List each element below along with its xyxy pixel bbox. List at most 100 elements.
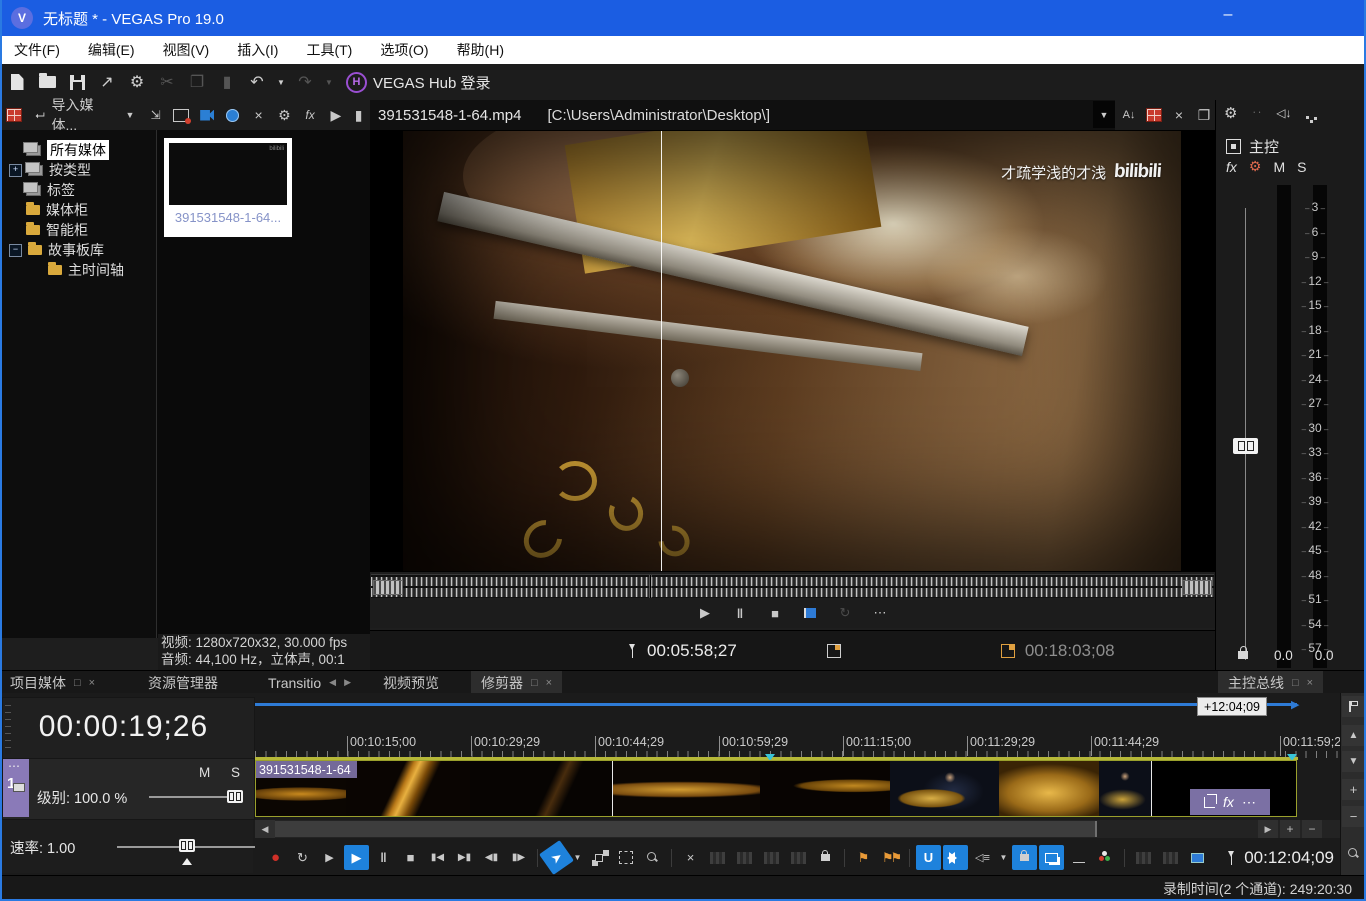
waveform-cursor[interactable] <box>650 575 651 599</box>
tree-item-media-bins[interactable]: 媒体柜 <box>0 200 156 220</box>
close-file-button[interactable]: × <box>1168 103 1190 127</box>
rate-handle[interactable] <box>179 839 195 852</box>
media-properties-button[interactable]: ⚙ <box>273 103 296 127</box>
sort-button[interactable]: A↓ <box>1118 103 1140 127</box>
lock-envelopes-button[interactable] <box>813 845 838 870</box>
tab-trimmer[interactable]: 修剪器 □ × <box>471 671 563 694</box>
screen-capture-icon[interactable] <box>170 103 193 127</box>
marker-bar-line[interactable] <box>255 703 1297 706</box>
timeline-ruler[interactable]: 00:10:15;00 00:10:29;29 00:10:44;29 00:1… <box>255 733 1340 758</box>
cascade-windows-icon[interactable]: ❐ <box>1193 103 1215 127</box>
timeline-cursor-timecode[interactable]: 00:12:04;09 <box>1244 848 1334 868</box>
undo-dropdown[interactable]: ▼ <box>274 69 288 95</box>
tab-close-icon[interactable]: × <box>546 677 552 689</box>
bus-solo-button[interactable]: S <box>1297 159 1306 175</box>
tab-transitions[interactable]: Transitio ◀ ▶ <box>258 671 361 694</box>
envelope-tool-button[interactable] <box>586 845 611 870</box>
bus-fx-button[interactable]: fx <box>1226 159 1237 175</box>
transport-more-button[interactable]: ⋯ <box>868 601 893 626</box>
collapse-icon[interactable]: − <box>9 243 22 257</box>
expand-icon[interactable]: + <box>9 163 22 177</box>
master-fader-handle[interactable] <box>1233 438 1258 454</box>
zoom-edit-tool-button[interactable] <box>1342 843 1365 864</box>
fade-type-button[interactable] <box>759 845 784 870</box>
menu-help[interactable]: 帮助(H) <box>443 36 518 64</box>
fade-type-button[interactable] <box>786 845 811 870</box>
project-media-icon[interactable] <box>3 103 26 127</box>
clear-selection-button[interactable]: × <box>678 845 703 870</box>
envelope-types-button[interactable] <box>1066 845 1091 870</box>
tab-explorer[interactable]: 资源管理器 <box>138 671 228 694</box>
auto-ripple-button[interactable]: ◁≡ <box>970 845 995 870</box>
capture-video-icon[interactable]: ⇲ <box>144 103 167 127</box>
master-fader-track[interactable] <box>1245 208 1246 660</box>
tab-project-media[interactable]: 项目媒体 □ × <box>0 671 128 694</box>
menu-tools[interactable]: 工具(T) <box>292 36 366 64</box>
make-subclip-button[interactable] <box>1185 845 1210 870</box>
marker-tool-button[interactable] <box>1342 696 1365 717</box>
zoom-out-track-button[interactable]: − <box>1342 806 1365 827</box>
tab-maximize-icon[interactable]: □ <box>531 677 538 689</box>
cut-button[interactable]: ✂ <box>154 69 180 95</box>
mixer-preview-icon[interactable]: ᛫᛫ <box>1251 108 1262 118</box>
tab-master-bus[interactable]: 主控总线 □ × <box>1218 671 1324 694</box>
fade-type-button[interactable] <box>705 845 730 870</box>
scroll-up-button[interactable]: ▲ <box>1342 725 1365 746</box>
undo-button[interactable]: ↶ <box>244 69 270 95</box>
tab-scroll-left-icon[interactable]: ◀ <box>329 677 336 688</box>
title-bar[interactable]: V 无标题 * - VEGAS Pro 19.0 – <box>0 0 1366 36</box>
save-button[interactable] <box>64 69 90 95</box>
lock-event-fx-button[interactable] <box>1012 845 1037 870</box>
ripple-dropdown[interactable]: ▼ <box>997 845 1010 870</box>
normal-edit-tool-button[interactable]: ➤ <box>539 840 574 875</box>
zoom-out-time-button[interactable]: − <box>1302 820 1322 838</box>
play-from-start-button[interactable]: ▶ <box>317 845 342 870</box>
media-thumbnail[interactable]: bilibili 391531548-1-64... <box>164 138 292 237</box>
menu-options[interactable]: 选项(O) <box>366 36 442 64</box>
trimmer-waveform-scrubber[interactable] <box>371 574 1214 600</box>
tree-item-all-media[interactable]: 所有媒体 <box>0 140 156 160</box>
hscroll-thumb[interactable] <box>275 821 1097 837</box>
bus-mute-button[interactable]: M <box>1273 159 1285 175</box>
menu-view[interactable]: 视图(V) <box>149 36 224 64</box>
scroll-down-button[interactable]: ▼ <box>1342 751 1365 772</box>
track-level-handle[interactable] <box>227 790 243 803</box>
menu-file[interactable]: 文件(F) <box>0 36 74 64</box>
zoom-tool-button[interactable] <box>640 845 665 870</box>
go-to-end-button[interactable]: ▶▮ <box>452 845 477 870</box>
device-capture-icon[interactable] <box>196 103 219 127</box>
media-preview-stop-button[interactable]: ▮ <box>347 103 370 127</box>
tree-item-main-timeline[interactable]: 主时间轴 <box>0 260 156 280</box>
mark-in-icon[interactable] <box>826 644 841 658</box>
clip-crop-icon[interactable] <box>1204 793 1218 808</box>
go-to-start-button[interactable]: ▮◀ <box>425 845 450 870</box>
add-marker-button[interactable] <box>798 601 823 626</box>
tree-item-smart-bins[interactable]: 智能柜 <box>0 220 156 240</box>
open-in-trimmer-button[interactable] <box>1158 845 1183 870</box>
trimmer-play-button[interactable]: ▶ <box>693 601 718 626</box>
record-button[interactable]: ● <box>263 845 288 870</box>
minimize-button[interactable]: – <box>1210 0 1246 30</box>
previous-frame-button[interactable]: ◀▮ <box>479 845 504 870</box>
multicam-button[interactable] <box>1039 845 1064 870</box>
fade-type-button[interactable] <box>732 845 757 870</box>
remove-media-button[interactable]: × <box>247 103 270 127</box>
menu-edit[interactable]: 编辑(E) <box>74 36 149 64</box>
insert-region-button[interactable]: ⚑⚑ <box>878 845 903 870</box>
import-media-button[interactable]: 导入媒体... <box>51 95 115 135</box>
trimmer-file-bar[interactable]: 391531548-1-64.mp4 [C:\Users\Administrat… <box>370 100 1115 131</box>
menu-insert[interactable]: 插入(I) <box>223 36 292 64</box>
trimmer-cursor-time[interactable]: 00:05:58;27 <box>647 641 737 661</box>
tab-close-icon[interactable]: × <box>89 677 95 689</box>
add-to-project-media-button[interactable] <box>1143 103 1165 127</box>
track-solo-button[interactable]: S <box>231 765 240 780</box>
timeline-hscrollbar[interactable]: ◀ ▶ + − <box>255 820 1340 838</box>
media-preview-play-button[interactable]: ▶ <box>324 103 347 127</box>
open-button[interactable] <box>34 69 60 95</box>
selection-tool-button[interactable] <box>613 845 638 870</box>
color-grading-button[interactable] <box>1093 845 1118 870</box>
paste-button[interactable]: ▮ <box>214 69 240 95</box>
trimmer-stop-button[interactable]: ■ <box>763 601 788 626</box>
video-event-clip[interactable] <box>255 760 1297 817</box>
new-project-button[interactable] <box>4 69 30 95</box>
